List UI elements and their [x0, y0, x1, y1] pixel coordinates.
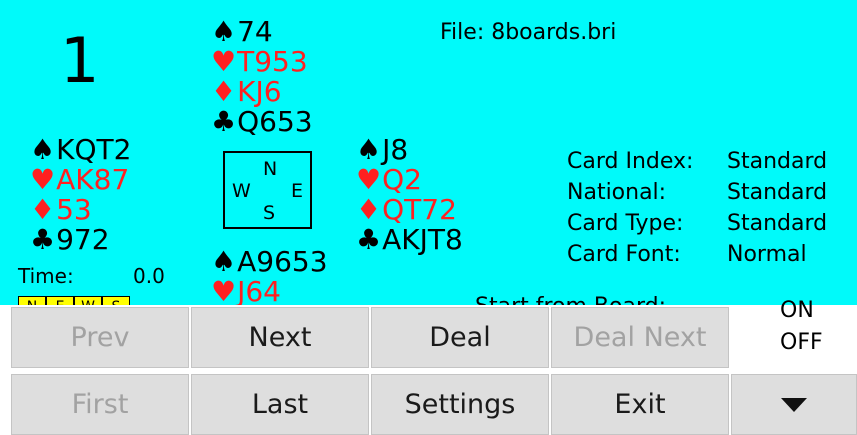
compass-box: N W E S	[223, 151, 312, 229]
chevron-down-icon	[781, 397, 807, 412]
east-clubs: ♣AKJT8	[356, 225, 463, 255]
next-button[interactable]: Next	[191, 307, 369, 368]
first-button[interactable]: First	[11, 374, 189, 435]
east-hand: ♠J8 ♥Q2 ♦QT72 ♣AKJT8	[356, 135, 463, 255]
club-icon: ♣	[356, 223, 382, 256]
dir-box-w[interactable]: W	[74, 296, 102, 305]
north-clubs-cards: Q653	[237, 105, 313, 138]
west-spades-cards: KQT2	[56, 133, 132, 166]
spade-icon: ♠	[356, 133, 382, 166]
spade-icon: ♠	[211, 245, 237, 278]
dir-box-e[interactable]: E	[46, 296, 74, 305]
heart-icon: ♥	[211, 45, 237, 78]
more-menu-button[interactable]	[731, 374, 857, 435]
diamond-icon: ♦	[211, 75, 237, 108]
north-spades: ♠74	[211, 17, 313, 47]
file-name: File: 8boards.bri	[440, 20, 617, 45]
north-diamonds-cards: KJ6	[237, 75, 282, 108]
card-index-value: Standard	[727, 149, 828, 174]
settings-button[interactable]: Settings	[371, 374, 549, 435]
diamond-icon: ♦	[30, 193, 56, 226]
time-label: Time:	[18, 264, 74, 288]
north-clubs: ♣Q653	[211, 107, 313, 137]
start-from-board-label: Start from Board:	[475, 294, 666, 305]
spade-icon: ♠	[30, 133, 56, 166]
heart-icon: ♥	[356, 163, 382, 196]
west-diamonds: ♦53	[30, 195, 131, 225]
dir-box-s[interactable]: S	[102, 296, 130, 305]
heart-icon: ♥	[30, 163, 56, 196]
start-from-board-value: ON	[780, 298, 814, 323]
info-values: Standard Standard Standard Normal	[727, 146, 827, 270]
deal-next-button[interactable]: Deal Next	[551, 307, 729, 368]
national-label: National:	[567, 180, 667, 205]
national-value: Standard	[727, 180, 828, 205]
west-spades: ♠KQT2	[30, 135, 131, 165]
north-diamonds: ♦KJ6	[211, 77, 313, 107]
north-spades-cards: 74	[237, 15, 273, 48]
west-hearts-cards: AK87	[56, 163, 130, 196]
bridge-deal-screen: 1 File: 8boards.bri ♠74 ♥T953 ♦KJ6 ♣Q653…	[0, 0, 857, 435]
club-icon: ♣	[30, 223, 56, 256]
west-clubs-cards: 972	[56, 223, 110, 256]
east-hearts: ♥Q2	[356, 165, 463, 195]
board-number: 1	[60, 24, 100, 97]
east-spades: ♠J8	[356, 135, 463, 165]
prev-button[interactable]: Prev	[11, 307, 189, 368]
east-hearts-cards: Q2	[382, 163, 422, 196]
east-spades-cards: J8	[382, 133, 409, 166]
north-hearts: ♥T953	[211, 47, 313, 77]
exit-button[interactable]: Exit	[551, 374, 729, 435]
card-index-label: Card Index:	[567, 149, 694, 174]
west-hearts: ♥AK87	[30, 165, 131, 195]
card-type-value: Standard	[727, 211, 828, 236]
spade-icon: ♠	[211, 15, 237, 48]
info-labels: Card Index: National: Card Type: Card Fo…	[567, 146, 693, 270]
east-clubs-cards: AKJT8	[382, 223, 463, 256]
north-hearts-cards: T953	[237, 45, 308, 78]
north-hand: ♠74 ♥T953 ♦KJ6 ♣Q653	[211, 17, 313, 137]
south-hearts-cards: J64	[237, 275, 281, 306]
south-hearts: ♥J64	[211, 275, 328, 306]
diamond-icon: ♦	[356, 193, 382, 226]
club-icon: ♣	[211, 105, 237, 138]
compass-west: W	[232, 180, 251, 202]
card-font-label: Card Font:	[567, 242, 681, 267]
card-font-value: Normal	[727, 242, 807, 267]
west-hand: ♠KQT2 ♥AK87 ♦53 ♣972	[30, 135, 131, 255]
direction-boxes: N E W S	[18, 296, 130, 305]
compass-south: S	[263, 202, 276, 224]
compass-north: N	[263, 158, 278, 180]
south-spades: ♠A9653	[211, 247, 328, 277]
deal-table: 1 File: 8boards.bri ♠74 ♥T953 ♦KJ6 ♣Q653…	[0, 0, 857, 305]
south-hand: ♠A9653 ♥J64	[211, 247, 328, 306]
dir-box-n[interactable]: N	[18, 296, 46, 305]
second-option-value: OFF	[780, 330, 823, 355]
heart-icon: ♥	[211, 275, 237, 306]
compass-east: E	[291, 180, 304, 202]
east-diamonds: ♦QT72	[356, 195, 463, 225]
east-diamonds-cards: QT72	[382, 193, 457, 226]
time-value: 0.0	[133, 264, 165, 288]
last-button[interactable]: Last	[191, 374, 369, 435]
west-diamonds-cards: 53	[56, 193, 92, 226]
west-clubs: ♣972	[30, 225, 131, 255]
deal-button[interactable]: Deal	[371, 307, 549, 368]
card-type-label: Card Type:	[567, 211, 684, 236]
south-spades-cards: A9653	[237, 245, 328, 278]
